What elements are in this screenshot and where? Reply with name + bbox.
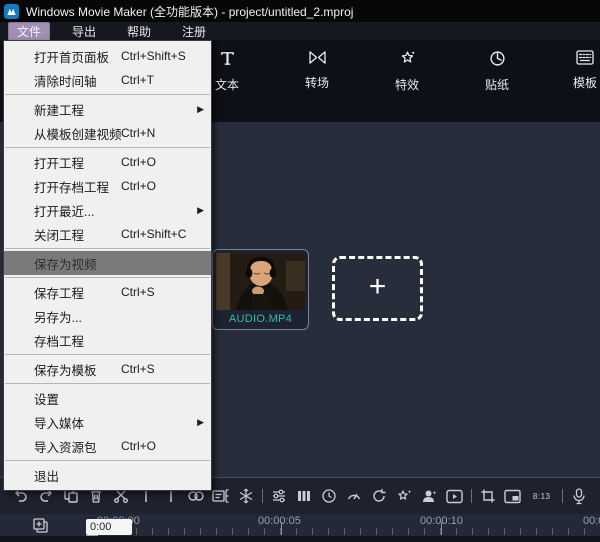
- submenu-arrow-icon: ▶: [197, 104, 204, 115]
- voiceover-mic-icon[interactable]: [570, 487, 588, 505]
- shortcut-label: Ctrl+Shift+S: [121, 49, 186, 63]
- menu-item-save-project[interactable]: 保存工程Ctrl+S: [4, 280, 211, 304]
- menu-separator: [5, 354, 210, 355]
- shortcut-label: Ctrl+Shift+C: [121, 227, 186, 241]
- app-logo-icon: [4, 4, 19, 19]
- menu-item-new-project[interactable]: 新建工程▶: [4, 97, 211, 121]
- menu-item-import-resource-pack[interactable]: 导入资源包Ctrl+O: [4, 434, 211, 458]
- menu-item-save-as-video[interactable]: 保存为视频: [4, 251, 211, 275]
- menu-separator: [5, 460, 210, 461]
- crop-icon[interactable]: [479, 487, 497, 505]
- media-clip-audio-mp4[interactable]: AUDIO.MP4: [212, 249, 309, 330]
- shortcut-label: Ctrl+O: [121, 439, 156, 453]
- aspect-ratio-label: 8:13: [533, 492, 551, 501]
- menu-item-open-recent[interactable]: 打开最近...▶: [4, 198, 211, 222]
- menu-separator: [5, 94, 210, 95]
- tab-template[interactable]: 模板: [555, 50, 600, 91]
- shortcut-label: Ctrl+S: [121, 285, 155, 299]
- tracks-icon[interactable]: [295, 487, 313, 505]
- freeze-frame-icon[interactable]: [237, 487, 255, 505]
- effects-icon: [399, 50, 416, 67]
- tab-label: 特效: [395, 76, 419, 93]
- shortcut-label: Ctrl+O: [121, 155, 156, 169]
- sticker-icon: [489, 50, 506, 67]
- menu-item-open-home-panel[interactable]: 打开首页面板Ctrl+Shift+S: [4, 44, 211, 68]
- text-icon: [219, 50, 236, 67]
- track-area-edge: [0, 536, 600, 542]
- duration-icon[interactable]: [320, 487, 338, 505]
- timeline-ruler[interactable]: 00:00:00 00:00:05 00:00:10 00:00:15 0:00: [0, 514, 600, 536]
- tab-label: 贴纸: [485, 76, 509, 93]
- menu-item-settings[interactable]: 设置: [4, 386, 211, 410]
- tab-label: 文本: [215, 76, 239, 93]
- subtitle-icon[interactable]: [212, 487, 230, 505]
- menubar-item-file[interactable]: 文件: [8, 22, 50, 41]
- shortcut-label: Ctrl+O: [121, 179, 156, 193]
- menu-item-open-project[interactable]: 打开工程Ctrl+O: [4, 150, 211, 174]
- menubar-item-help[interactable]: 帮助: [118, 22, 160, 41]
- add-media-dropzone[interactable]: +: [332, 256, 423, 321]
- menu-item-archive-project[interactable]: 存档工程: [4, 328, 211, 352]
- shortcut-label: Ctrl+S: [121, 362, 155, 376]
- submenu-arrow-icon: ▶: [197, 417, 204, 428]
- menu-separator: [5, 383, 210, 384]
- playhead-time-badge[interactable]: 0:00: [86, 519, 132, 535]
- menu-item-exit[interactable]: 退出: [4, 463, 211, 487]
- title-bar: Windows Movie Maker (全功能版本) - project/un…: [0, 0, 600, 22]
- menu-item-save-as[interactable]: 另存为...: [4, 304, 211, 328]
- tab-label: 模板: [573, 74, 597, 91]
- portrait-icon[interactable]: [421, 487, 439, 505]
- menu-item-open-archived-project[interactable]: 打开存档工程Ctrl+O: [4, 174, 211, 198]
- tab-effects[interactable]: 特效: [377, 50, 437, 93]
- window-title: Windows Movie Maker (全功能版本) - project/un…: [26, 3, 353, 20]
- effect-star-icon[interactable]: [396, 487, 414, 505]
- adjust-icon[interactable]: [270, 487, 288, 505]
- transition-icon: [308, 50, 327, 65]
- menu-item-import-media[interactable]: 导入媒体▶: [4, 410, 211, 434]
- menu-item-clear-timeline[interactable]: 清除时间轴Ctrl+T: [4, 68, 211, 92]
- file-menu-dropdown: 打开首页面板Ctrl+Shift+S 清除时间轴Ctrl+T 新建工程▶ 从模板…: [3, 40, 212, 491]
- menu-separator: [5, 277, 210, 278]
- add-track-icon[interactable]: [31, 516, 49, 534]
- template-icon: [576, 50, 594, 65]
- rotate-icon[interactable]: [370, 487, 388, 505]
- clip-thumbnail: [216, 253, 305, 310]
- toolbar-divider: [262, 489, 263, 503]
- menu-bar: 文件 导出 帮助 注册: [0, 22, 600, 40]
- menu-separator: [5, 248, 210, 249]
- submenu-arrow-icon: ▶: [197, 205, 204, 216]
- picture-in-picture-icon[interactable]: [504, 487, 522, 505]
- toolbar-divider: [562, 489, 563, 503]
- speed-icon[interactable]: [345, 487, 363, 505]
- menu-item-save-as-template[interactable]: 保存为模板Ctrl+S: [4, 357, 211, 381]
- shortcut-label: Ctrl+N: [121, 126, 155, 140]
- tab-sticker[interactable]: 贴纸: [467, 50, 527, 93]
- menu-item-close-project[interactable]: 关闭工程Ctrl+Shift+C: [4, 222, 211, 246]
- menu-item-create-video-from-template[interactable]: 从模板创建视频Ctrl+N: [4, 121, 211, 145]
- shortcut-label: Ctrl+T: [121, 73, 154, 87]
- ruler-major-ticks: [121, 522, 600, 535]
- menu-separator: [5, 147, 210, 148]
- plus-icon: +: [369, 272, 387, 302]
- menubar-item-export[interactable]: 导出: [63, 22, 105, 41]
- clip-filename: AUDIO.MP4: [213, 313, 308, 325]
- tab-transition[interactable]: 转场: [287, 50, 347, 91]
- tab-label: 转场: [305, 74, 329, 91]
- toolbar-divider: [471, 489, 472, 503]
- preview-icon[interactable]: [446, 487, 464, 505]
- menubar-item-register[interactable]: 注册: [173, 22, 215, 41]
- aspect-ratio-icon[interactable]: 8:13: [529, 487, 555, 505]
